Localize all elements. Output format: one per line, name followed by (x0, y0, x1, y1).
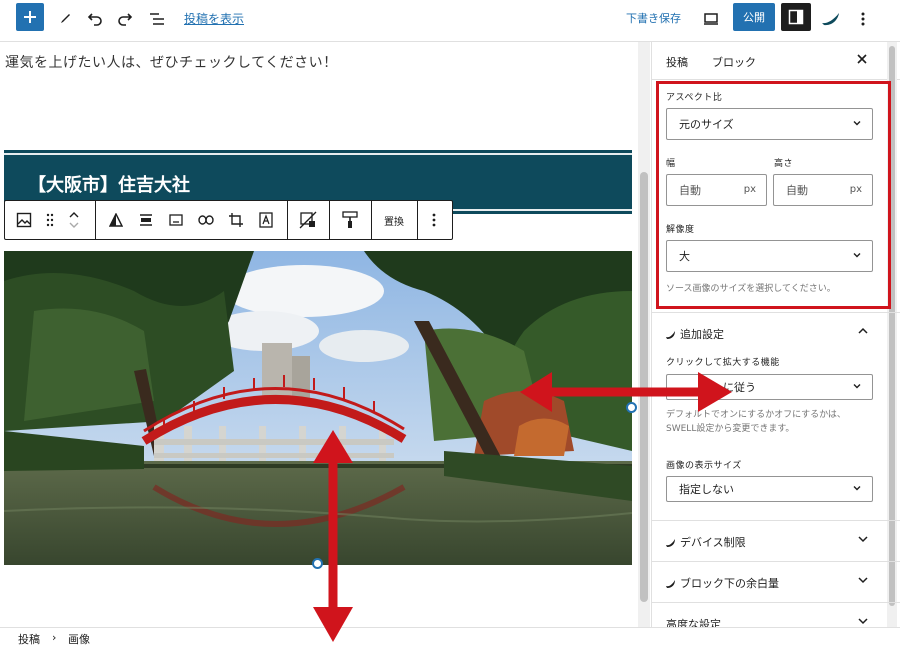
chevron-down-icon (852, 483, 862, 496)
swell-icon (666, 331, 675, 339)
chevron-down-icon[interactable] (857, 533, 869, 548)
add-block-icon[interactable] (16, 3, 44, 31)
margin-below-panel[interactable]: ブロック下の余白量 (652, 561, 900, 601)
breadcrumb: 投稿 › 画像 (0, 627, 900, 646)
lightbox-help: デフォルトでオンにするかオフにするかは、SWELL設定から変更できます。 (666, 410, 846, 434)
image-block-icon[interactable] (13, 201, 35, 239)
heading-border-top (4, 153, 632, 155)
sidebar-tabs: 投稿 ブロック (652, 42, 900, 80)
breadcrumb-image[interactable]: 画像 (68, 631, 90, 646)
resize-handle-bottom[interactable] (312, 558, 323, 569)
link-icon[interactable] (195, 201, 217, 239)
chevron-down-icon[interactable] (857, 574, 869, 589)
top-toolbar: 投稿を表示 下書き保存 公開 (0, 0, 900, 42)
publish-button[interactable]: 公開 (733, 3, 775, 31)
toolbar-divider (287, 201, 288, 239)
editor-canvas: 運気を上げたい人は、ぜひチェックしてください！ 【大阪市】住吉大社 置換 (0, 42, 637, 627)
editor-scrollbar[interactable] (638, 42, 650, 627)
block-options-icon[interactable] (423, 201, 445, 239)
lightbox-label: クリックして拡大する機能 (666, 358, 780, 368)
toolbar-divider (329, 201, 330, 239)
redo-icon[interactable] (110, 4, 140, 34)
save-draft-button[interactable]: 下書き保存 (626, 10, 681, 26)
close-icon[interactable] (857, 52, 867, 68)
extra-settings-title: 追加設定 (680, 328, 724, 341)
display-size-label: 画像の表示サイズ (666, 461, 742, 471)
more-options-icon[interactable] (848, 4, 878, 34)
resize-handle-right[interactable] (626, 402, 637, 413)
duotone-filter-icon[interactable] (105, 201, 127, 239)
chevron-up-icon[interactable] (857, 325, 869, 340)
chevron-down-icon[interactable] (857, 615, 869, 627)
replace-label: 置換 (384, 216, 404, 228)
extra-settings-panel[interactable]: 追加設定 (652, 312, 900, 352)
device-limit-panel[interactable]: デバイス制限 (652, 520, 900, 560)
lightbox-value: に従う (723, 381, 756, 394)
heading-text: 【大阪市】住吉大社 (28, 175, 190, 196)
swell-logo-icon[interactable] (816, 4, 846, 34)
swell-icon (666, 539, 675, 547)
caption-icon[interactable] (165, 201, 187, 239)
toolbar-divider (417, 201, 418, 239)
margin-below-title: ブロック下の余白量 (680, 577, 779, 590)
preview-device-icon[interactable] (696, 4, 726, 34)
swell-icon (666, 580, 675, 588)
editor-scroll-thumb[interactable] (640, 172, 648, 602)
chevron-down-icon (852, 381, 862, 394)
undo-icon[interactable] (80, 4, 110, 34)
list-view-icon[interactable] (142, 4, 172, 34)
tab-block[interactable]: ブロック (712, 54, 756, 70)
advanced-panel[interactable]: 高度な設定 (652, 602, 900, 627)
shrine-bridge-image[interactable] (4, 251, 632, 565)
edit-pencil-icon[interactable] (50, 4, 80, 34)
view-post-link[interactable]: 投稿を表示 (184, 10, 244, 27)
settings-sidebar: 投稿 ブロック アスペクト比 元のサイズ 幅 高さ 自動 px 自動 px 解像… (651, 42, 900, 627)
replace-button[interactable]: 置換 (371, 201, 417, 239)
paragraph-block[interactable]: 運気を上げたい人は、ぜひチェックしてください！ (5, 52, 338, 72)
display-size-select[interactable]: 指定しない (666, 476, 873, 502)
device-limit-title: デバイス制限 (680, 536, 746, 549)
toolbar-divider (95, 201, 96, 239)
settings-sidebar-icon[interactable] (781, 3, 811, 31)
text-overlay-icon[interactable] (255, 201, 277, 239)
highlight-frame (656, 81, 891, 309)
advanced-title: 高度な設定 (666, 618, 721, 627)
breadcrumb-post[interactable]: 投稿 (18, 631, 40, 646)
image-device-icon[interactable] (295, 201, 321, 239)
breadcrumb-separator: › (52, 631, 57, 644)
drag-handle-icon[interactable] (41, 201, 59, 239)
tab-post[interactable]: 投稿 (666, 54, 688, 70)
paint-roller-icon[interactable] (337, 201, 363, 239)
align-icon[interactable] (135, 201, 157, 239)
crop-icon[interactable] (225, 201, 247, 239)
block-toolbar: 置換 (4, 200, 453, 240)
editor-screen: 投稿を表示 下書き保存 公開 運気を上げたい人は、ぜひチェックしてください！ 【… (0, 0, 900, 646)
display-size-value: 指定しない (679, 483, 734, 496)
lightbox-select[interactable]: に従う (666, 374, 873, 400)
move-up-down-icon[interactable] (65, 201, 83, 239)
